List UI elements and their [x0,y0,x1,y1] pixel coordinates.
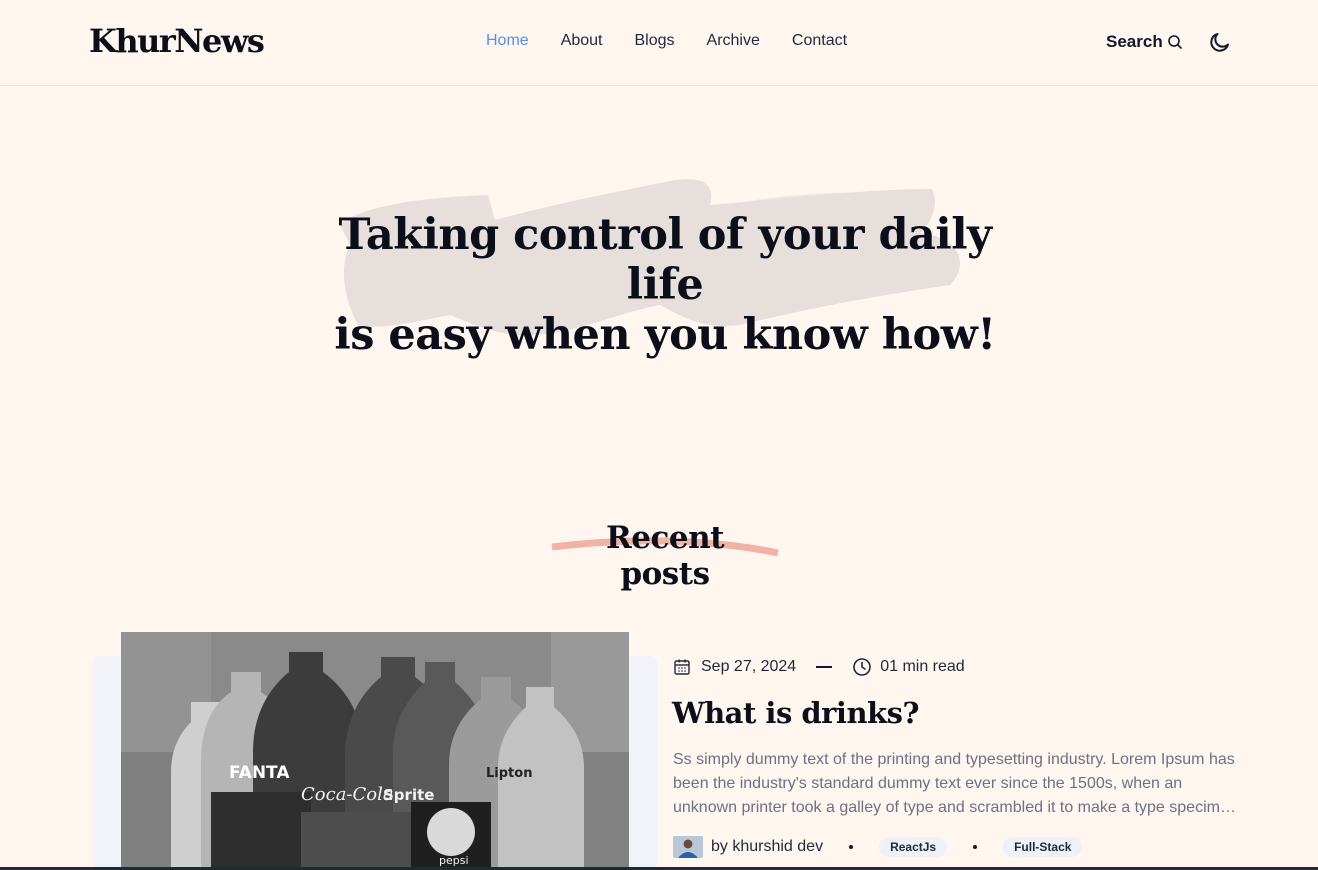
post-title[interactable]: What is drinks? [672,696,919,730]
brand-pepsi: pepsi [439,854,469,867]
brand-fanta: FANTA [229,763,290,783]
nav-blogs[interactable]: Blogs [635,32,675,50]
post-excerpt: Ss simply dummy text of the printing and… [673,751,1238,816]
moon-icon [1210,33,1229,52]
post-read-time: 01 min read [880,658,965,675]
nav-home[interactable]: Home [486,32,529,50]
main-nav: Home About Blogs Archive Contact [486,32,847,50]
brand-sprite: Sprite [383,786,434,804]
recent-posts-heading: Recent posts [606,520,724,592]
site-logo[interactable]: KhurNews [89,22,265,60]
meta-separator [816,666,833,668]
clock-icon [853,658,872,676]
tag-full-stack[interactable]: Full-Stack [1003,837,1083,857]
brand-cocacola: Coca-Cola [301,784,394,805]
tag-reactjs[interactable]: ReactJs [879,837,948,857]
calendar-icon [674,659,690,675]
search-label: Search [1106,32,1163,51]
post-image[interactable]: FANTA Coca-Cola Sprite Lipton pepsi [121,632,629,870]
brand-lipton: Lipton [486,766,532,781]
hero-title-line1: Taking control of your daily life [338,210,992,310]
post-meta: Sep 27, 2024 01 min read [673,657,965,677]
post-footer: by khurshid dev ReactJs Full-Stack [673,836,1083,858]
hero-title-line2: is easy when you know how! [334,310,996,360]
bullet-separator [849,845,854,849]
drinks-illustration: FANTA Coca-Cola Sprite Lipton pepsi [121,632,629,870]
search-icon [1167,35,1182,49]
nav-contact[interactable]: Contact [792,32,847,50]
post-author[interactable]: by khurshid dev [711,838,823,856]
hero-title: Taking control of your daily life is eas… [300,210,1030,360]
avatar [673,836,703,858]
search-button[interactable]: Search [1106,32,1183,52]
nav-archive[interactable]: Archive [707,32,760,50]
post-date: Sep 27, 2024 [701,658,797,675]
bullet-separator [973,845,978,849]
nav-about[interactable]: About [561,32,603,50]
site-header: KhurNews Home About Blogs Archive Contac… [0,0,1318,86]
theme-toggle-button[interactable] [1208,30,1232,58]
